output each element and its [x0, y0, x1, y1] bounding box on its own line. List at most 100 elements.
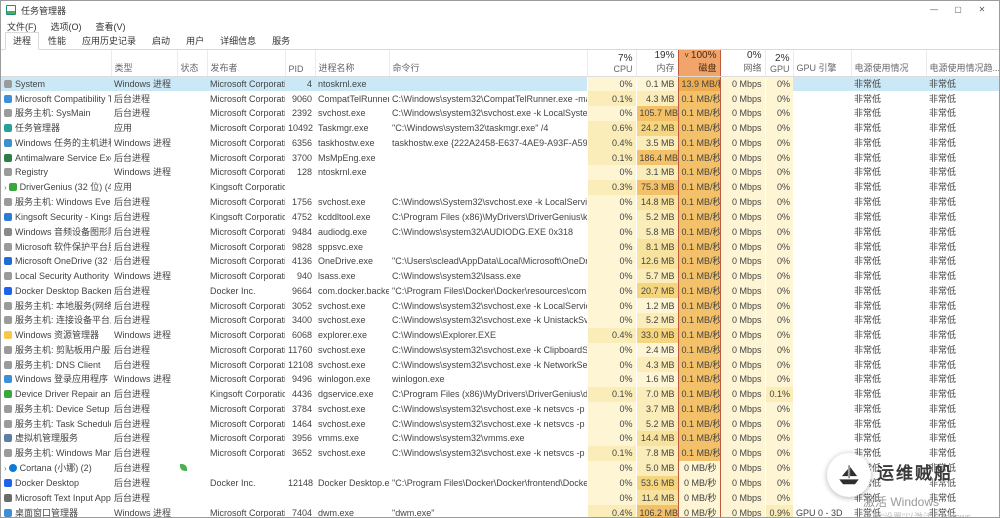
column-header-command-line[interactable]: 命令行: [388, 50, 587, 77]
column-header-gpu-engine[interactable]: GPU 引擎: [792, 50, 851, 77]
process-gpu-engine-cell: [793, 298, 851, 313]
process-row[interactable]: Kingsoft Security - Kingsoft c...后台进程 Kin…: [1, 209, 999, 225]
process-mem-cell: 4.3 MB: [635, 91, 678, 107]
process-image-name-cell: svchost.exe: [318, 108, 366, 119]
tab-users[interactable]: 用户: [179, 33, 211, 49]
process-row[interactable]: Microsoft 软件保护平台服务后台进程 Microsoft Corporat…: [1, 239, 999, 254]
process-row[interactable]: 桌面窗口管理器 Windows 进程 Microsoft Corporation 74…: [1, 505, 999, 518]
gear-icon: [4, 301, 12, 310]
process-row[interactable]: Microsoft OneDrive (32 位)后台进程 Microsoft C…: [1, 253, 999, 269]
column-header-gpu[interactable]: 2% GPU: [764, 50, 793, 77]
process-row[interactable]: 服务主机: 本地服务(网络受限)后台进程 Microsoft Corporatio…: [1, 298, 999, 313]
process-row[interactable]: Local Security Authority Proc...Windows …: [1, 268, 999, 284]
column-header-type[interactable]: 类型: [110, 50, 177, 77]
process-name-label: 虚拟机管理服务: [15, 433, 79, 444]
expander-icon[interactable]: ›: [4, 183, 7, 192]
process-gpu-engine-cell: [793, 210, 851, 225]
process-command-line-cell: [389, 150, 587, 165]
process-pid-cell: 3700: [291, 152, 312, 163]
process-row[interactable]: › DriverGenius (32 位) (4 ...应用 Kingsoft Co…: [1, 179, 999, 195]
column-header-process-name[interactable]: 进程名称: [314, 50, 389, 77]
process-pid-cell: 3652: [291, 448, 312, 459]
column-header-name[interactable]: [1, 50, 111, 77]
process-gpu-engine-cell: GPU 0 - 3D: [796, 507, 843, 518]
column-header-power-trend[interactable]: 电源使用情况趋...: [925, 50, 999, 77]
process-row[interactable]: Microsoft Compatibility Tele...后台进程 Micro…: [1, 91, 999, 107]
process-power-cell: 非常低: [854, 285, 882, 296]
process-power-trend-cell: 非常低: [929, 212, 957, 222]
maximize-icon[interactable]: ▢: [946, 2, 970, 18]
process-power-cell: 非常低: [854, 344, 882, 355]
tab-services[interactable]: 服务: [265, 33, 297, 49]
process-row[interactable]: Windows 登录应用程序 Windows 进程 Microsoft Corpor…: [1, 372, 999, 387]
process-row[interactable]: System Windows 进程 Microsoft Corporation4nt…: [1, 76, 999, 92]
tab-processes[interactable]: 进程: [5, 32, 40, 50]
process-row[interactable]: 服务主机: DNS Client 后台进程 Microsoft Corporatio…: [1, 357, 999, 373]
process-pid-cell: 3052: [291, 300, 312, 311]
process-command-line-cell: winlogon.exe: [392, 374, 445, 385]
column-header-power[interactable]: 电源使用情况: [850, 50, 926, 77]
process-row[interactable]: 虚拟机管理服务 后台进程 Microsoft Corporation 3956 vmms…: [1, 431, 999, 446]
process-gpu-engine-cell: [793, 106, 851, 121]
process-cpu-cell: 0%: [586, 283, 636, 299]
process-name-label: Docker Desktop Backend: [15, 285, 111, 296]
column-header-cpu[interactable]: 7% CPU: [586, 50, 636, 77]
process-row[interactable]: Windows 音频设备图形隔离后台进程 Microsoft Corporatio…: [1, 224, 999, 240]
process-row[interactable]: 服务主机: Device Setup Mana...后台进程 Microsoft …: [1, 401, 999, 417]
process-disk-cell: 0 MB/秒: [677, 475, 721, 491]
process-gpu-cell: 0%: [764, 253, 793, 269]
process-power-trend-cell: 非常低: [929, 374, 957, 385]
tab-app-history[interactable]: 应用历史记录: [75, 33, 143, 49]
gear-icon: [4, 198, 12, 207]
process-publisher-cell: Kingsoft Corporation: [210, 389, 285, 400]
process-mem-cell: 75.3 MB: [635, 179, 678, 195]
process-gpu-cell: 0%: [764, 475, 793, 491]
process-power-cell: 非常低: [854, 403, 882, 414]
watermark-brand-text: 运维贼船: [877, 464, 953, 483]
process-cpu-cell: 0.1%: [586, 445, 636, 461]
menu-item-view[interactable]: 查看(V): [96, 20, 126, 33]
process-row[interactable]: Windows 资源管理器 Windows 进程 Microsoft Corpora…: [1, 327, 999, 343]
menu-item-file[interactable]: 文件(F): [7, 20, 37, 33]
menu-item-options[interactable]: 选项(O): [51, 20, 82, 33]
close-icon[interactable]: ✕: [970, 2, 994, 18]
column-header-network[interactable]: 0% 网络: [719, 50, 765, 77]
process-power-cell: 非常低: [854, 197, 882, 208]
column-header-pid[interactable]: PID: [284, 50, 315, 77]
column-header-memory[interactable]: 19% 内存: [635, 50, 678, 77]
tab-performance[interactable]: 性能: [41, 33, 73, 49]
process-row[interactable]: Antimalware Service Executa...后台进程 Micros…: [1, 150, 999, 166]
process-row[interactable]: Device Driver Repair and Up...后台进程 Kingso…: [1, 386, 999, 402]
process-row[interactable]: Docker Desktop Backend 后台进程 Docker Inc. 966…: [1, 283, 999, 299]
process-row[interactable]: 服务主机: 连接设备平台用户服...后台进程 Microsoft Corporat…: [1, 312, 999, 328]
process-row[interactable]: 服务主机: Task Scheduler 后台进程 Microsoft Corpor…: [1, 416, 999, 432]
minimize-icon[interactable]: —: [922, 2, 946, 18]
process-cpu-cell: 0%: [586, 431, 636, 446]
process-net-cell: 0 Mbps: [719, 342, 765, 358]
process-row[interactable]: 任务管理器 应用 Microsoft Corporation10492 Taskmgr…: [1, 120, 999, 136]
column-header-disk[interactable]: ˅ 100% 磁盘: [677, 50, 721, 77]
process-mem-cell: 3.1 MB: [635, 165, 678, 180]
column-header-publisher[interactable]: 发布者: [206, 50, 285, 77]
process-cpu-cell: 0.6%: [586, 120, 636, 136]
process-row[interactable]: 服务主机: Windows Event Log后台进程 Microsoft Cor…: [1, 194, 999, 210]
tab-details[interactable]: 详细信息: [213, 33, 263, 49]
process-gpu-engine-cell: [793, 416, 851, 431]
column-header-status[interactable]: 状态: [176, 50, 207, 77]
process-gpu-engine-cell: [793, 150, 851, 165]
tab-startup[interactable]: 启动: [145, 33, 177, 49]
process-command-line-cell: C:\Windows\Explorer.EXE: [392, 330, 497, 341]
expander-icon[interactable]: ›: [4, 464, 7, 473]
process-row[interactable]: 服务主机: 剪贴板用户服务_234...后台进程 Microsoft Corpor…: [1, 342, 999, 358]
process-net-cell: 0 Mbps: [719, 505, 765, 517]
process-row[interactable]: Registry Windows 进程 Microsoft Corporation 1…: [1, 165, 999, 180]
process-net-cell: 0 Mbps: [719, 445, 765, 461]
process-image-name-cell: ntoskrnl.exe: [315, 76, 389, 92]
process-type-cell: Windows 进程: [114, 330, 172, 341]
process-row[interactable]: Windows 任务的主机进程 Windows 进程 Microsoft Corpo…: [1, 135, 999, 151]
process-power-cell: 非常低: [854, 389, 882, 400]
process-type-cell: 后台进程: [114, 226, 151, 237]
gear-icon: [4, 272, 12, 281]
process-row[interactable]: 服务主机: SysMain 后台进程 Microsoft Corporation 23…: [1, 106, 999, 121]
process-publisher-cell: Microsoft Corporation: [210, 137, 285, 148]
